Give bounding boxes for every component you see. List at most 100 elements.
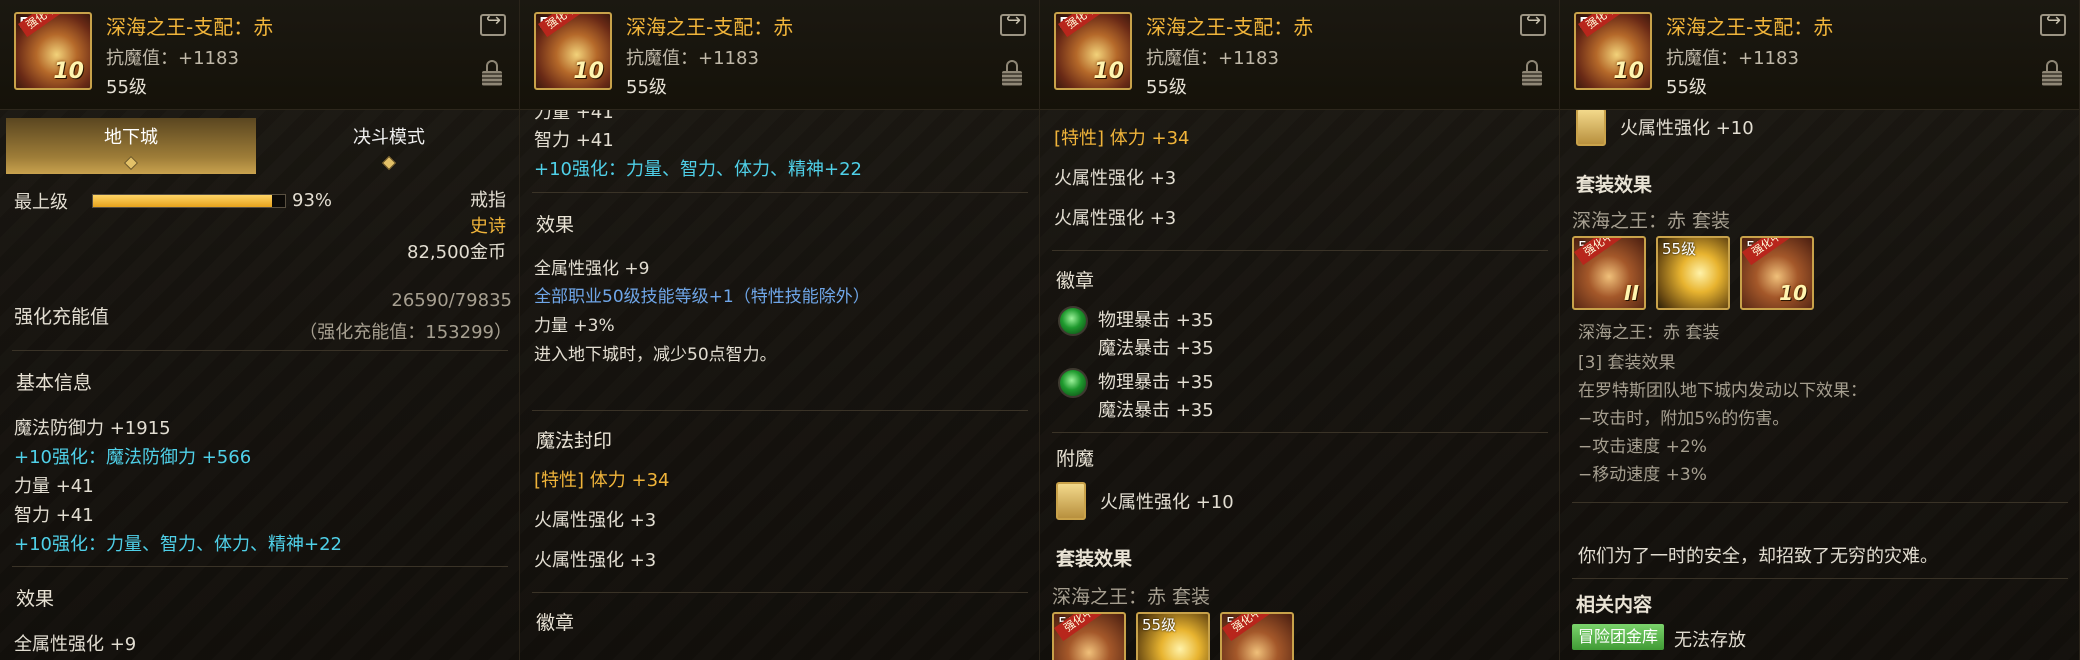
divider [1052,250,1548,251]
tooltip-strip: 55 强化中 10 深海之王-支配：赤 抗魔值：+1183 55级 地下城 决斗… [0,0,2080,660]
seal-line: 火属性强化 +3 [1054,168,1177,189]
stat-line-partial: 力量 +41 [534,110,614,123]
share-icon[interactable] [480,10,506,36]
no-store-text: 无法存放 [1674,630,1746,651]
item-header: 55 强化中 10 深海之王-支配：赤 抗魔值：+1183 55级 [1040,0,1559,110]
stat-line: +10强化：力量、智力、体力、精神+22 [14,534,342,555]
seal-line: 火属性强化 +3 [534,550,657,571]
set-line: [3] 套装效果 [1578,353,1676,373]
set-item-icon[interactable]: 55级 [1136,612,1210,660]
tab-dungeon[interactable]: 地下城 [6,118,256,174]
ring-item-icon: 55 强化中 10 [1054,12,1132,90]
charge-sub: （强化充能值：153299） [299,322,512,343]
stat-line: 魔法防御力 +1915 [14,418,171,439]
share-icon[interactable] [1520,10,1546,36]
divider [532,192,1028,193]
effect-line: 力量 +3% [534,316,615,336]
grade-label: 最上级 [14,192,68,213]
emblem-line: 魔法暴击 +35 [1098,338,1214,359]
tab-indicator-icon [123,155,139,171]
emblem-title: 徽章 [536,612,575,634]
stat-line: 力量 +41 [14,476,94,497]
tooltip-content: 火属性强化 +10 套装效果 深海之王：赤 套装 55 强化中 II 55级 5… [1560,110,2079,660]
set-item-icon[interactable]: 55级 [1656,236,1730,310]
tab-label: 地下城 [104,127,158,148]
emblem-line: 魔法暴击 +35 [1098,400,1214,421]
effect-title: 效果 [16,588,55,610]
tab-indicator-icon [381,155,397,171]
seal-line: [特性] 体力 +34 [1054,128,1190,149]
tooltip-content: 力量 +41 智力 +41 +10强化：力量、智力、体力、精神+22 效果 全属… [520,110,1039,660]
tooltip-content: [特性] 体力 +34 火属性强化 +3 火属性强化 +3 徽章 物理暴击 +3… [1040,110,1559,660]
tooltip-content: 地下城 决斗模式 最上级 93% 戒指 史诗 82,500金币 强化充能值 26… [0,110,519,660]
share-icon[interactable] [1000,10,1026,36]
divider [1572,578,2068,579]
stat-line: 智力 +41 [534,130,614,151]
item-header: 55 强化中 10 深海之王-支配：赤 抗魔值：+1183 55级 [520,0,1039,110]
enchant-title: 附魔 [1056,448,1095,470]
effect-line: 进入地下城时，减少50点智力。 [534,345,777,365]
grade-percent: 93% [292,190,333,211]
anti-magic-value: 抗魔值：+1183 [1666,48,1799,69]
divider [12,350,508,351]
set-sub-name: 深海之王：赤 套装 [1578,323,1720,343]
seal-title: 魔法封印 [536,430,613,452]
lock-icon[interactable] [1522,60,1542,86]
icon-level: 55级 [1142,616,1177,634]
item-name: 深海之王-支配：赤 [626,15,794,39]
set-item-icon[interactable]: 55 强化中 II [1572,236,1646,310]
related-title: 相关内容 [1576,594,1653,616]
set-line: −移动速度 +3% [1578,465,1707,485]
mode-tabs: 地下城 决斗模式 [6,118,514,174]
effect-line: 全属性强化 +9 [14,634,137,655]
item-slot: 戒指 [470,190,506,211]
item-level: 55级 [106,77,147,98]
flavor-text: 你们为了一时的安全，却招致了无穷的灾难。 [1578,546,1938,567]
seal-line: [特性] 体力 +34 [534,470,670,491]
set-line: −攻击时，附加5%的伤害。 [1578,409,1790,429]
item-tooltip-panel-2: 55 强化中 10 深海之王-支配：赤 抗魔值：+1183 55级 力量 +41… [520,0,1040,660]
anti-magic-value: 抗魔值：+1183 [106,48,239,69]
enchant-card-icon [1056,482,1086,520]
lock-icon[interactable] [2042,60,2062,86]
tab-duel[interactable]: 决斗模式 [264,118,514,174]
set-line: −攻击速度 +2% [1578,437,1707,457]
seal-line: 火属性强化 +3 [1054,208,1177,229]
set-name: 深海之王：赤 套装 [1572,210,1731,232]
effect-title: 效果 [536,214,575,236]
anti-magic-value: 抗魔值：+1183 [1146,48,1279,69]
item-name: 深海之王-支配：赤 [1146,15,1314,39]
enchant-line: 火属性强化 +10 [1100,492,1234,513]
item-rarity: 史诗 [470,216,506,237]
set-title: 套装效果 [1056,548,1133,570]
item-level: 55级 [1146,77,1187,98]
anti-magic-value: 抗魔值：+1183 [626,48,759,69]
icon-plus: 10 [53,59,84,84]
icon-plus: 10 [573,59,604,84]
icon-plus: 10 [1613,59,1644,84]
ring-item-icon: 55 强化中 10 [1574,12,1652,90]
lock-icon[interactable] [1002,60,1022,86]
item-header: 55 强化中 10 深海之王-支配：赤 抗魔值：+1183 55级 [1560,0,2079,110]
enchant-line: 火属性强化 +10 [1620,118,1754,139]
emblem-line: 物理暴击 +35 [1098,372,1214,393]
item-level: 55级 [1666,77,1707,98]
effect-line: 全部职业50级技能等级+1（特性技能除外） [534,287,870,307]
icon-plus: 10 [1779,281,1807,305]
share-icon[interactable] [2040,10,2066,36]
divider [1052,432,1548,433]
set-item-icon[interactable]: 55 强化中 10 [1740,236,1814,310]
set-name: 深海之王：赤 套装 [1052,586,1211,608]
set-item-icon[interactable]: 55 强化中 [1052,612,1126,660]
icon-plus: 10 [1093,59,1124,84]
tab-label: 决斗模式 [353,127,425,148]
green-emblem-icon [1058,368,1088,398]
lock-icon[interactable] [482,60,502,86]
stat-line: +10强化：魔法防御力 +566 [14,447,252,468]
stat-line: 智力 +41 [14,505,94,526]
enchant-card-icon [1576,110,1606,146]
divider [532,592,1028,593]
icon-plus: II [1624,281,1639,305]
set-item-icon[interactable]: 55 强化中 [1220,612,1294,660]
seal-line: 火属性强化 +3 [534,510,657,531]
